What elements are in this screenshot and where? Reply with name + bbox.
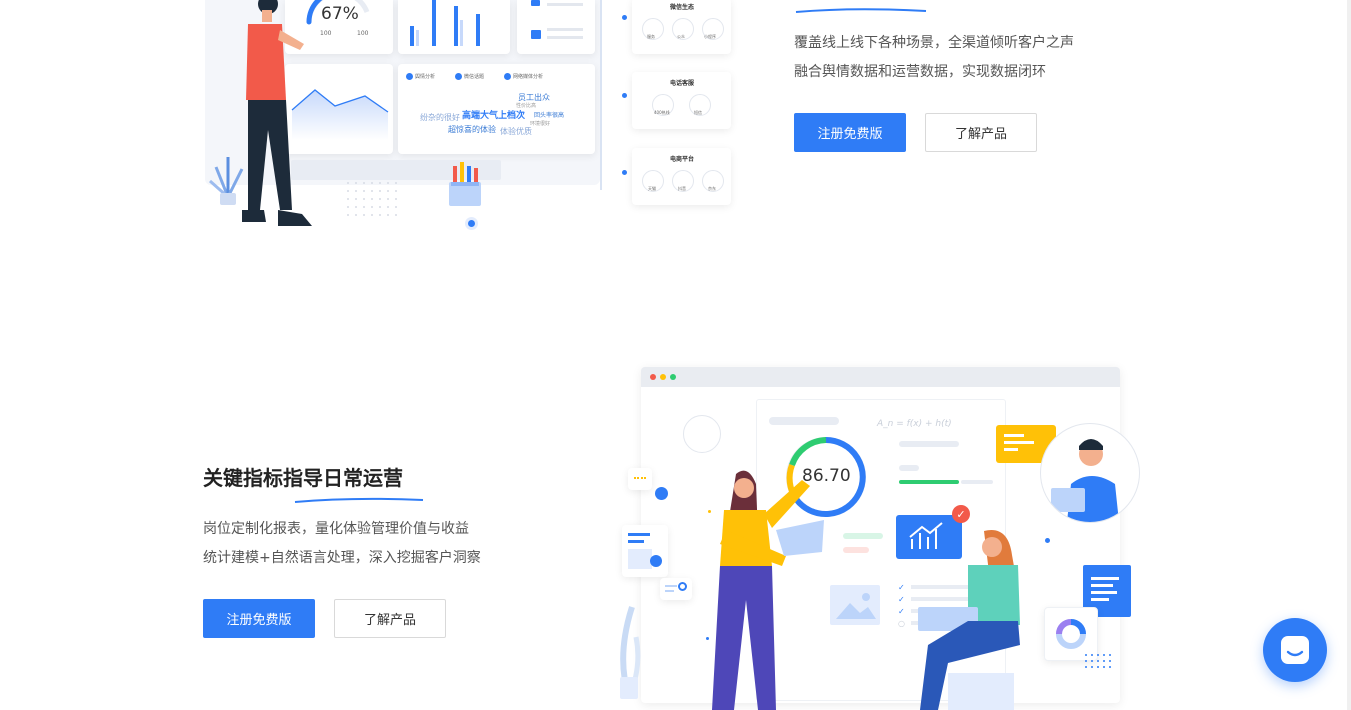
user-icon	[455, 72, 463, 80]
browser-titlebar	[641, 367, 1120, 387]
bottom-title: 关键指标指导日常运营	[203, 466, 403, 490]
man-avatar	[1040, 423, 1140, 523]
woman-standing-figure-icon	[712, 470, 824, 710]
float-dots-card	[628, 468, 652, 490]
green-progress-bar	[899, 480, 959, 484]
tab-opinion[interactable]: 舆情分析	[406, 70, 435, 82]
bottom-desc-line1: 岗位定制化报表，量化体验管理价值与收益	[203, 521, 469, 537]
chat-widget-button[interactable]	[1263, 618, 1327, 682]
channel-title: 电商平台	[670, 156, 695, 163]
channel-card-wechat: 微信生态 服务 公众 小程序	[632, 0, 731, 54]
connector-dot	[622, 15, 627, 20]
pager-dot	[468, 220, 475, 227]
top-illustration: 67% 100 100 舆情分析 微信话题 网络媒体分析 高端大气上档次 员工出…	[205, 0, 740, 235]
word-6: 体验优质	[500, 127, 532, 136]
bottom-register-button[interactable]: 注册免费版	[203, 599, 315, 638]
cart-card	[517, 0, 595, 54]
bar-chart-icon	[410, 0, 480, 46]
bottom-desc-line2: 统计建模+自然语言处理，深入挖掘客户洞察	[203, 550, 481, 566]
formula-text: A_n = f(x) + h(t)	[877, 419, 952, 429]
channel-connector-line	[600, 0, 602, 190]
cart-icon	[531, 0, 540, 6]
image-placeholder-icon	[830, 585, 880, 625]
decor-circle	[683, 415, 721, 453]
man-figure-icon	[242, 0, 312, 226]
top-register-button[interactable]: 注册免费版	[794, 113, 906, 152]
float-search-card	[660, 578, 692, 600]
box-icon	[531, 30, 541, 39]
bottom-title-underline	[293, 489, 425, 503]
top-title-underline	[794, 0, 929, 13]
window-close-icon	[650, 374, 656, 380]
top-desc-line1: 覆盖线上线下各种场景，全渠道倾听客户之声	[794, 35, 1074, 51]
tab-media[interactable]: 网络媒体分析	[504, 70, 543, 82]
channel-title: 电话客服	[670, 80, 695, 87]
channel-card-ecommerce: 电商平台 天猫 抖音 京东	[632, 148, 731, 205]
bar-chart-card	[398, 0, 510, 54]
word-8: 环境很好	[530, 121, 551, 127]
accent-dot	[708, 510, 711, 513]
tab-row: 舆情分析 微信话题 网络媒体分析	[406, 70, 591, 82]
connector-dot	[622, 170, 627, 175]
window-minimize-icon	[660, 374, 666, 380]
accent-dot	[1045, 538, 1050, 543]
bottom-illustration: A_n = f(x) + h(t) 86.70 ✓ ✓ ✓ ✓ ○	[610, 365, 1145, 710]
word-4: 性价比高	[516, 103, 537, 109]
dot-grid-icon	[347, 182, 397, 216]
channel-title: 微信生态	[670, 4, 695, 11]
top-desc-line2: 融合舆情数据和运营数据，实现数据闭环	[794, 64, 1046, 80]
gauge-value: 67%	[321, 4, 359, 24]
gauge-min: 100	[320, 30, 332, 37]
woman-sitting-figure-icon	[918, 530, 1020, 710]
tab-wechat[interactable]: 微信话题	[455, 70, 484, 82]
window-maximize-icon	[670, 374, 676, 380]
user-icon	[504, 72, 512, 80]
channel-card-phone: 电话客服 400热线 短信	[632, 72, 731, 129]
word-7: 回头率很高	[534, 112, 565, 119]
top-learn-button[interactable]: 了解产品	[925, 113, 1037, 152]
smile-badge-icon	[655, 487, 668, 500]
chat-icon	[1281, 636, 1309, 664]
dot-grid-icon	[1085, 654, 1111, 668]
connector-dot	[622, 93, 627, 98]
plant-icon	[620, 606, 641, 699]
word-3: 超惊喜的体验	[448, 125, 496, 134]
user-icon	[406, 72, 413, 80]
gauge-max: 100	[357, 30, 369, 37]
word-5: 纷杂的很好	[420, 113, 460, 122]
word-1: 高端大气上档次	[462, 111, 526, 121]
float-list-card	[622, 525, 668, 577]
check-badge-icon: ✓	[952, 505, 970, 523]
bottom-learn-button[interactable]: 了解产品	[334, 599, 446, 638]
search-icon	[678, 582, 687, 591]
page-scrollbar[interactable]	[1347, 0, 1351, 710]
accent-dot	[706, 637, 709, 640]
word-cloud-card: 舆情分析 微信话题 网络媒体分析 高端大气上档次 员工出众 超惊喜的体验 性价比…	[398, 64, 595, 154]
pencil-cup-icon	[449, 162, 481, 206]
